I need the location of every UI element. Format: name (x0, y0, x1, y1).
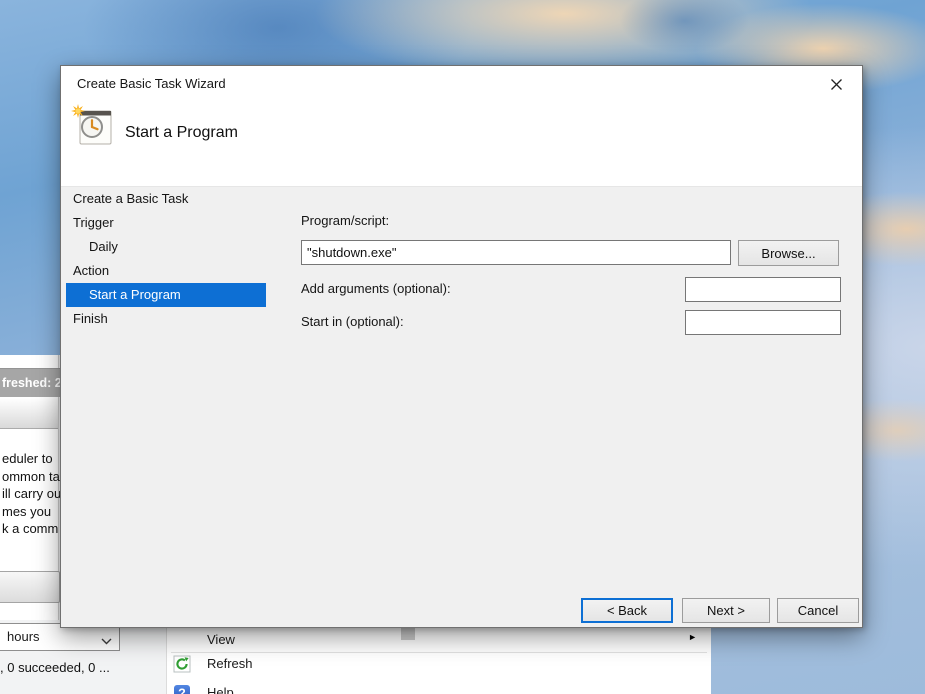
add-arguments-input[interactable] (685, 277, 841, 302)
actions-panel: View ► Refresh ? Help (166, 619, 711, 694)
scrollbar-fragment[interactable] (401, 627, 415, 640)
wizard-nav-start-a-program[interactable]: Start a Program (66, 283, 266, 307)
description-line: eduler to (2, 450, 61, 468)
description-line: ommon ta (2, 468, 61, 486)
refreshed-status-bar: freshed: 28 (0, 368, 60, 397)
wizard-nav-finish[interactable]: Finish (66, 307, 266, 331)
task-results-text: , 0 succeeded, 0 ... (0, 660, 110, 675)
description-text-fragment: eduler to ommon ta ill carry ou mes you … (2, 450, 61, 538)
menu-item-help-label: Help (207, 680, 234, 694)
wizard-nav-daily[interactable]: Daily (66, 235, 266, 259)
wizard-body: Create a Basic Task Trigger Daily Action… (61, 186, 862, 627)
menu-item-view[interactable]: View ► (167, 627, 711, 653)
refresh-icon (173, 655, 191, 673)
submenu-arrow-icon: ► (688, 632, 697, 642)
wizard-header: Start a Program (61, 102, 862, 186)
close-icon (830, 78, 843, 91)
wizard-nav-trigger[interactable]: Trigger (66, 211, 266, 235)
browse-button[interactable]: Browse... (738, 240, 839, 266)
menu-item-help[interactable]: ? Help (167, 680, 711, 694)
create-basic-task-wizard-dialog: Create Basic Task Wizard Start a Program… (60, 65, 863, 628)
program-script-label: Program/script: (301, 213, 389, 228)
back-button[interactable]: < Back (581, 598, 673, 623)
description-line: mes you (2, 503, 61, 521)
next-button[interactable]: Next > (682, 598, 770, 623)
column-header-strip (0, 399, 58, 429)
add-arguments-label: Add arguments (optional): (301, 281, 451, 296)
hours-dropdown-value: hours (7, 624, 40, 650)
start-in-label: Start in (optional): (301, 314, 404, 329)
dialog-titlebar: Create Basic Task Wizard (61, 66, 862, 102)
button-strip (0, 571, 60, 603)
scheduled-task-icon (71, 104, 117, 153)
wizard-nav-create-basic-task[interactable]: Create a Basic Task (66, 187, 266, 211)
chevron-down-icon (101, 633, 112, 648)
program-script-input[interactable] (301, 240, 731, 265)
wizard-nav-action[interactable]: Action (66, 259, 266, 283)
start-in-input[interactable] (685, 310, 841, 335)
menu-item-view-label: View (207, 627, 235, 653)
dialog-title: Create Basic Task Wizard (77, 76, 226, 91)
help-icon: ? (173, 684, 191, 694)
cancel-button[interactable]: Cancel (777, 598, 859, 623)
wizard-step-title: Start a Program (125, 124, 238, 142)
menu-item-refresh[interactable]: Refresh (167, 651, 711, 677)
close-button[interactable] (818, 70, 854, 98)
description-line: k a comm (2, 520, 61, 538)
svg-text:?: ? (178, 687, 186, 694)
description-line: ill carry ou (2, 485, 61, 503)
menu-item-refresh-label: Refresh (207, 651, 253, 677)
